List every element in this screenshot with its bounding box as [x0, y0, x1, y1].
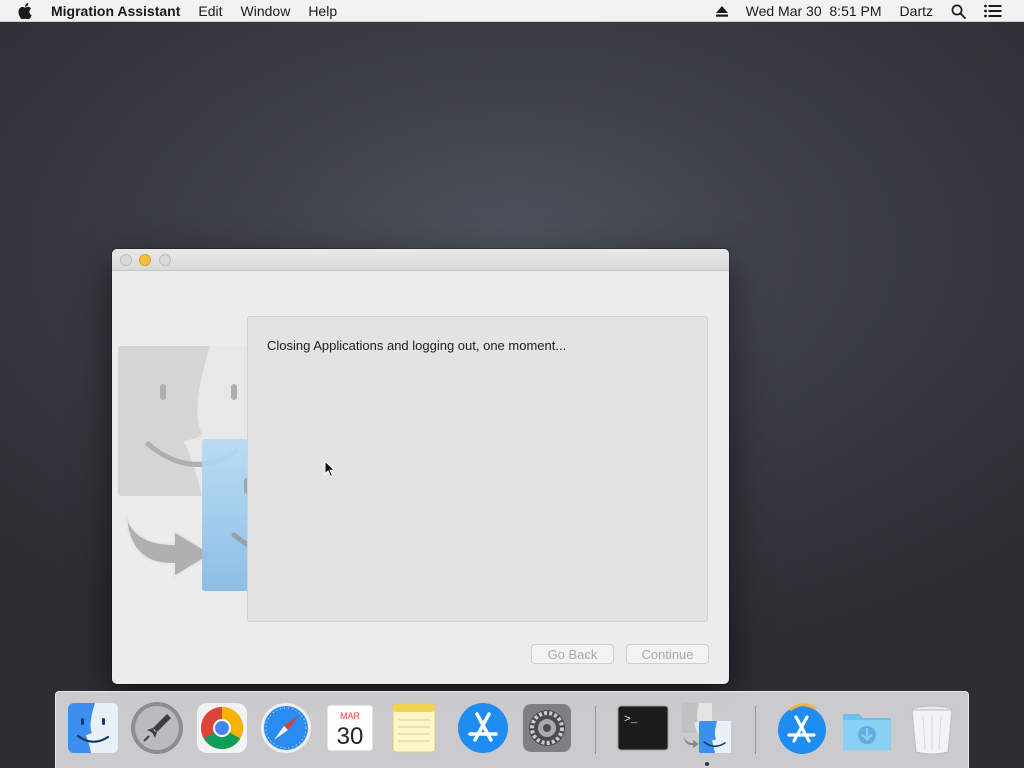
dock-calendar-icon[interactable]: MAR 30 — [322, 700, 378, 756]
migration-assistant-window: Closing Applications and logging out, on… — [112, 249, 729, 684]
terminal-prompt-label: >_ — [624, 714, 638, 726]
continue-button[interactable]: Continue — [626, 644, 709, 664]
dock-downloads-folder-icon[interactable] — [839, 700, 895, 756]
dock-separator — [755, 706, 756, 754]
eject-icon[interactable] — [707, 0, 737, 22]
menu-clock[interactable]: Wed Mar 30 8:51 PM — [737, 0, 891, 22]
dock-notes-icon[interactable] — [386, 700, 442, 756]
dock-finder-icon[interactable] — [65, 700, 121, 756]
calendar-month-label: MAR — [340, 711, 361, 721]
menu-user[interactable]: Dartz — [891, 0, 942, 22]
dock-chrome-icon[interactable] — [194, 700, 250, 756]
go-back-button[interactable]: Go Back — [531, 644, 614, 664]
dock: MAR 30 >_ — [55, 691, 969, 768]
dock-migration-assistant-icon[interactable] — [679, 700, 735, 756]
menu-window[interactable]: Window — [232, 0, 300, 22]
mouse-pointer-icon — [324, 460, 336, 478]
menu-app-name[interactable]: Migration Assistant — [42, 0, 189, 22]
status-panel: Closing Applications and logging out, on… — [247, 316, 708, 622]
status-message: Closing Applications and logging out, on… — [267, 338, 567, 353]
dock-safari-icon[interactable] — [258, 700, 314, 756]
calendar-day-label: 30 — [337, 723, 364, 750]
window-titlebar[interactable] — [112, 249, 729, 271]
dock-terminal-icon[interactable]: >_ — [615, 700, 671, 756]
dock-trash-icon[interactable] — [904, 700, 960, 756]
dock-system-preferences-icon[interactable] — [519, 700, 575, 756]
window-minimize-button[interactable] — [139, 254, 151, 266]
notification-center-icon[interactable] — [975, 0, 1024, 22]
apple-icon[interactable] — [0, 2, 42, 19]
window-zoom-button[interactable] — [159, 254, 171, 266]
window-close-button[interactable] — [120, 254, 132, 266]
dock-launchpad-icon[interactable] — [129, 700, 185, 756]
menu-help[interactable]: Help — [299, 0, 346, 22]
spotlight-search-icon[interactable] — [942, 0, 975, 22]
menu-edit[interactable]: Edit — [189, 0, 231, 22]
menu-bar: Migration Assistant Edit Window Help Wed… — [0, 0, 1024, 22]
dock-app-store-icon[interactable] — [455, 700, 511, 756]
dock-separator — [595, 706, 596, 754]
running-indicator — [705, 762, 709, 766]
dock-app-store-folder-icon[interactable] — [774, 700, 830, 756]
